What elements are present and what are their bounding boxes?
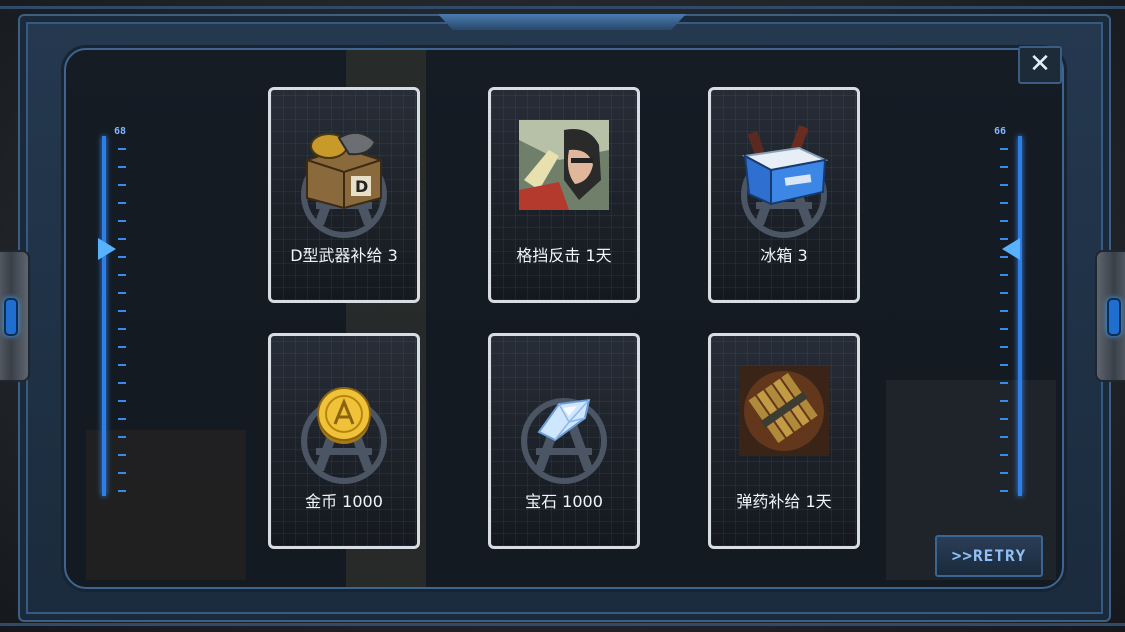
reward-label: 冰箱 3: [760, 246, 808, 265]
reward-card-gem[interactable]: 宝石 1000: [488, 333, 640, 549]
reward-card-gold[interactable]: 金币 1000: [268, 333, 420, 549]
close-icon: ✕: [1029, 49, 1051, 79]
frame-bottom-rail: [0, 623, 1125, 626]
right-gauge-pointer-icon: [1002, 238, 1020, 260]
ammo-icon: [739, 366, 829, 456]
right-side-handle: [1095, 250, 1125, 382]
close-button[interactable]: ✕: [1018, 46, 1062, 84]
gem-icon: [537, 398, 591, 442]
svg-text:D: D: [355, 177, 368, 196]
weapon-crate-icon: D: [306, 131, 382, 210]
reward-card-ammo[interactable]: 弹药补给 1天: [708, 333, 860, 549]
reward-card-weapon-supply[interactable]: D D型武器补给 3: [268, 87, 420, 303]
block-counter-portrait-icon: [519, 120, 609, 210]
reward-label: 金币 1000: [305, 492, 383, 511]
left-gauge-pointer-icon: [98, 238, 116, 260]
reward-label: 格挡反击 1天: [516, 246, 612, 265]
left-gauge-value: 68: [114, 126, 127, 137]
reward-label: D型武器补给 3: [290, 246, 398, 265]
reward-label: 弹药补给 1天: [736, 492, 832, 511]
gold-coin-icon: [317, 387, 371, 444]
cooler-box-icon: [741, 125, 829, 206]
reward-label: 宝石 1000: [525, 492, 603, 511]
retry-button[interactable]: >>RETRY: [935, 535, 1043, 577]
frame-top-tab: [438, 14, 686, 30]
left-side-handle: [0, 250, 30, 382]
frame-top-rail: [0, 6, 1125, 9]
reward-card-block-counter[interactable]: 格挡反击 1天: [488, 87, 640, 303]
left-gauge: 68: [98, 126, 128, 498]
right-gauge: 66: [994, 126, 1024, 498]
right-gauge-value: 66: [994, 126, 1007, 137]
reward-card-cooler[interactable]: 冰箱 3: [708, 87, 860, 303]
